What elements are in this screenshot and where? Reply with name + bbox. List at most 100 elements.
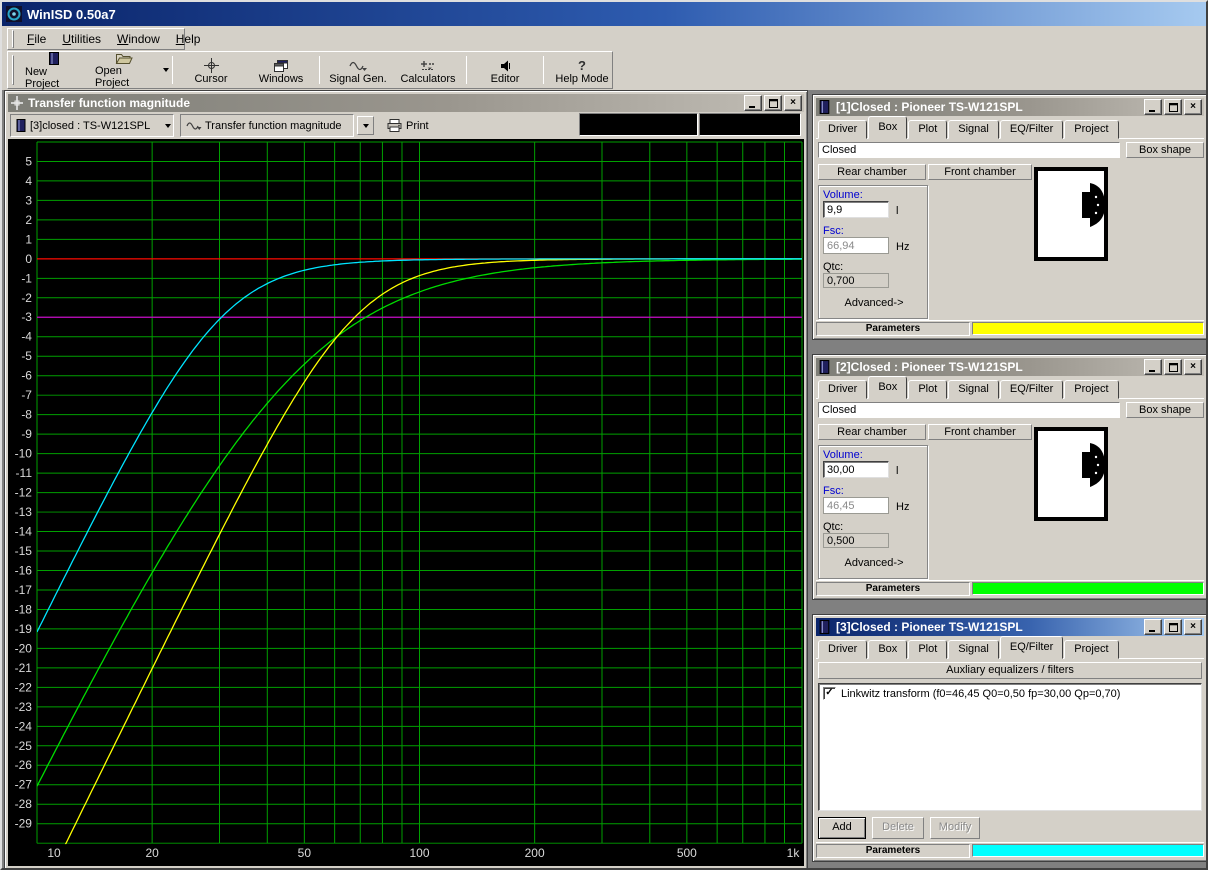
minimize-button[interactable] (1144, 99, 1162, 115)
menu-help[interactable]: Help (168, 30, 209, 48)
volume-input[interactable] (823, 461, 889, 478)
status-label: Parameters (816, 322, 970, 336)
tab-eq-filter[interactable]: EQ/Filter (1000, 120, 1063, 139)
window-titlebar[interactable]: [1]Closed : Pioneer TS-W121SPL × (816, 98, 1204, 116)
svg-text:-8: -8 (21, 408, 32, 422)
svg-text:-12: -12 (15, 486, 33, 500)
menu-bar: File Utilities Window Help (2, 26, 1206, 50)
app-titlebar[interactable]: WinISD 0.50a7 (2, 2, 1206, 26)
graph-type-dropdown[interactable] (357, 116, 374, 135)
fsc-label: Fsc: (823, 225, 844, 237)
maximize-button[interactable] (1164, 99, 1182, 115)
tab-driver[interactable]: Driver (818, 120, 867, 139)
svg-text:1k: 1k (787, 846, 800, 860)
svg-text:-4: -4 (21, 330, 32, 344)
toolbar-separator (319, 56, 320, 84)
tab-driver[interactable]: Driver (818, 380, 867, 399)
print-button[interactable]: Print (382, 115, 434, 136)
tab-project[interactable]: Project (1064, 640, 1118, 659)
project-window-3: [3]Closed : Pioneer TS-W121SPL × Driver … (812, 614, 1208, 862)
close-icon[interactable]: × (1184, 99, 1202, 115)
tab-signal[interactable]: Signal (948, 120, 999, 139)
menu-file[interactable]: File (19, 30, 54, 48)
window-titlebar[interactable]: [3]Closed : Pioneer TS-W121SPL × (816, 618, 1204, 636)
fsc-unit: Hz (896, 241, 909, 253)
front-chamber-button[interactable]: Front chamber (928, 424, 1032, 440)
qtc-input (823, 533, 889, 548)
filter-listbox[interactable]: ✓ Linkwitz transform (f0=46,45 Q0=0,50 f… (818, 683, 1202, 811)
svg-text:-25: -25 (15, 739, 33, 753)
menu-gripper[interactable] (12, 30, 14, 48)
tab-project[interactable]: Project (1064, 120, 1118, 139)
toolbar-gripper[interactable] (12, 55, 14, 86)
rear-chamber-button[interactable]: Rear chamber (818, 424, 926, 440)
cursor-icon (204, 56, 219, 73)
maximize-button[interactable] (1164, 619, 1182, 635)
box-shape-button[interactable]: Box shape (1126, 402, 1204, 418)
svg-text:1: 1 (25, 232, 32, 246)
project-selector[interactable]: [3]closed : TS-W121SPL (10, 114, 174, 137)
filter-checkbox[interactable]: ✓ (823, 687, 836, 700)
menu-window[interactable]: Window (109, 30, 168, 48)
signal-generator-icon (349, 56, 367, 73)
tab-plot[interactable]: Plot (908, 640, 947, 659)
tab-plot[interactable]: Plot (908, 380, 947, 399)
open-project-dropdown[interactable] (159, 68, 169, 72)
close-icon[interactable]: × (1184, 359, 1202, 375)
minimize-button[interactable] (744, 95, 762, 111)
editor-button[interactable]: Editor (470, 53, 540, 87)
new-project-button[interactable]: New Project (19, 53, 89, 87)
cursor-button[interactable]: Cursor (176, 53, 246, 87)
open-project-button[interactable]: Open Project (89, 53, 159, 87)
fsc-input (823, 237, 889, 254)
minimize-button[interactable] (1144, 359, 1162, 375)
tab-driver[interactable]: Driver (818, 640, 867, 659)
front-chamber-button[interactable]: Front chamber (928, 164, 1032, 180)
plot-window-titlebar[interactable]: Transfer function magnitude × (8, 94, 804, 112)
menu-utilities[interactable]: Utilities (54, 30, 109, 48)
help-mode-button[interactable]: ? Help Mode (547, 53, 617, 87)
maximize-button[interactable] (764, 95, 782, 111)
svg-text:-1: -1 (21, 271, 32, 285)
rear-chamber-button[interactable]: Rear chamber (818, 164, 926, 180)
tab-box[interactable]: Box (868, 376, 907, 399)
window-title: [1]Closed : Pioneer TS-W121SPL (836, 100, 1142, 114)
advanced-button[interactable]: Advanced-> (834, 557, 914, 569)
chevron-down-icon (165, 124, 171, 128)
svg-text:-27: -27 (15, 778, 33, 792)
delete-button: Delete (872, 817, 924, 839)
tab-signal[interactable]: Signal (948, 380, 999, 399)
tab-box[interactable]: Box (868, 116, 907, 139)
calculators-button[interactable]: Calculators (393, 53, 463, 87)
filter-list-item[interactable]: ✓ Linkwitz transform (f0=46,45 Q0=0,50 f… (819, 684, 1201, 703)
graph-type-selector[interactable]: Transfer function magnitude (180, 114, 354, 137)
tab-box[interactable]: Box (868, 640, 907, 659)
svg-text:-17: -17 (15, 583, 33, 597)
printer-icon (387, 119, 402, 132)
status-progress-bar (972, 322, 1204, 335)
svg-text:-22: -22 (15, 680, 33, 694)
tab-signal[interactable]: Signal (948, 640, 999, 659)
print-label: Print (406, 120, 429, 132)
tab-eq-filter[interactable]: EQ/Filter (1000, 380, 1063, 399)
maximize-button[interactable] (1164, 359, 1182, 375)
close-icon[interactable]: × (784, 95, 802, 111)
filter-label: Linkwitz transform (f0=46,45 Q0=0,50 fp=… (841, 688, 1120, 700)
tab-project[interactable]: Project (1064, 380, 1118, 399)
app-title: WinISD 0.50a7 (27, 7, 116, 22)
svg-text:500: 500 (677, 846, 697, 860)
svg-text:20: 20 (145, 846, 159, 860)
close-icon[interactable]: × (1184, 619, 1202, 635)
tab-eq-filter[interactable]: EQ/Filter (1000, 636, 1063, 659)
box-shape-button[interactable]: Box shape (1126, 142, 1204, 158)
volume-input[interactable] (823, 201, 889, 218)
windows-button[interactable]: Windows (246, 53, 316, 87)
calculators-label: Calculators (400, 73, 455, 85)
signal-gen-button[interactable]: Signal Gen. (323, 53, 393, 87)
toolbar-separator (543, 56, 544, 84)
window-titlebar[interactable]: [2]Closed : Pioneer TS-W121SPL × (816, 358, 1204, 376)
advanced-button[interactable]: Advanced-> (834, 297, 914, 309)
minimize-button[interactable] (1144, 619, 1162, 635)
tab-plot[interactable]: Plot (908, 120, 947, 139)
add-button[interactable]: Add (818, 817, 866, 839)
